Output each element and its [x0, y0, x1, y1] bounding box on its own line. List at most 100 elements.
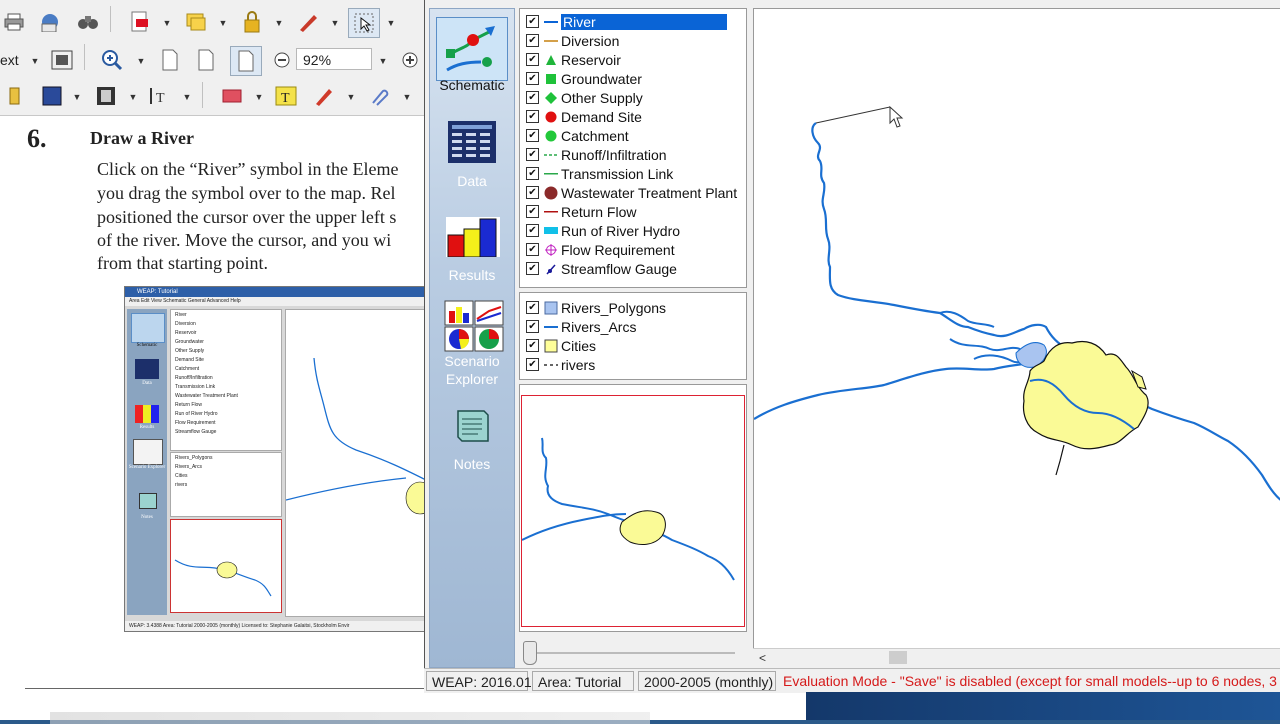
- legend-item-reservoir[interactable]: ✔ Reservoir: [520, 50, 746, 69]
- chevron-down-icon[interactable]: ▼: [254, 92, 264, 102]
- legend-item-streamflow-gauge[interactable]: ✔ Streamflow Gauge: [520, 259, 746, 278]
- legend-item-return-flow[interactable]: ✔ Return Flow: [520, 202, 746, 221]
- checkbox[interactable]: ✔: [526, 129, 539, 142]
- binoculars-icon[interactable]: [76, 10, 100, 34]
- layer-item-rivers-polygons[interactable]: ✔ Rivers_Polygons: [520, 298, 746, 317]
- chevron-down-icon[interactable]: ▼: [330, 18, 340, 28]
- checkbox[interactable]: ✔: [526, 91, 539, 104]
- legend-item-label[interactable]: River: [561, 13, 727, 30]
- chevron-down-icon[interactable]: ▼: [386, 18, 396, 28]
- checkbox[interactable]: ✔: [526, 301, 539, 314]
- checkbox[interactable]: ✔: [526, 72, 539, 85]
- legend-item-label[interactable]: Other Supply: [561, 90, 643, 106]
- zoom-plus-icon[interactable]: [398, 48, 422, 72]
- data-view-button[interactable]: [430, 119, 514, 172]
- checkbox[interactable]: ✔: [526, 148, 539, 161]
- checkbox[interactable]: ✔: [526, 320, 539, 333]
- legend-item-catchment[interactable]: ✔ Catchment: [520, 126, 746, 145]
- checkbox[interactable]: ✔: [526, 262, 539, 275]
- email-icon[interactable]: [38, 10, 62, 34]
- chevron-down-icon[interactable]: ▼: [182, 92, 192, 102]
- zoom-slider-thumb[interactable]: [523, 641, 537, 665]
- river-map-canvas[interactable]: [753, 9, 1280, 649]
- checkbox[interactable]: ✔: [526, 358, 539, 371]
- zoom-out-icon[interactable]: [270, 48, 294, 72]
- checkbox[interactable]: ✔: [526, 15, 539, 28]
- legend-item-label[interactable]: Demand Site: [561, 109, 642, 125]
- zoom-slider-track[interactable]: [525, 652, 735, 654]
- scenario-explorer-view-button[interactable]: [430, 299, 514, 358]
- legend-item-groundwater[interactable]: ✔ Groundwater: [520, 69, 746, 88]
- select-tool-icon[interactable]: [348, 8, 380, 38]
- legend-item-river[interactable]: ✔ River: [520, 12, 746, 31]
- legend-item-label[interactable]: Groundwater: [561, 71, 642, 87]
- film-icon[interactable]: [94, 84, 118, 108]
- zoom-in-icon[interactable]: [100, 48, 124, 72]
- checkbox[interactable]: ✔: [526, 167, 539, 180]
- checkbox[interactable]: ✔: [526, 339, 539, 352]
- checkbox[interactable]: ✔: [526, 110, 539, 123]
- legend-item-label[interactable]: Catchment: [561, 128, 629, 144]
- layer-item-label[interactable]: rivers: [561, 357, 595, 373]
- notes-view-button[interactable]: [430, 407, 514, 452]
- legend-item-runoff-infiltration[interactable]: ✔ Runoff/Infiltration: [520, 145, 746, 164]
- layer-item-rivers-arcs[interactable]: ✔ Rivers_Arcs: [520, 317, 746, 336]
- legend-item-diversion[interactable]: ✔ Diversion: [520, 31, 746, 50]
- zoom-level-input[interactable]: 92%: [296, 48, 372, 70]
- text-tool-label[interactable]: ext: [0, 52, 19, 68]
- legend-item-label[interactable]: Wastewater Treatment Plant: [561, 185, 737, 201]
- data-view-label[interactable]: Data: [430, 173, 514, 189]
- page-icon[interactable]: [158, 48, 182, 72]
- layer-item-rivers[interactable]: ✔ rivers: [520, 355, 746, 374]
- schematic-view-label[interactable]: Schematic: [430, 77, 514, 93]
- legend-item-transmission-link[interactable]: ✔ Transmission Link: [520, 164, 746, 183]
- map-horizontal-scrollbar[interactable]: <: [753, 648, 1280, 667]
- checkbox[interactable]: ✔: [526, 186, 539, 199]
- layer-item-label[interactable]: Rivers_Polygons: [561, 300, 666, 316]
- chevron-down-icon[interactable]: ▼: [72, 92, 82, 102]
- pdf-create-icon[interactable]: [128, 10, 152, 34]
- legend-item-flow-requirement[interactable]: ✔ Flow Requirement: [520, 240, 746, 259]
- chevron-down-icon[interactable]: ▼: [402, 92, 412, 102]
- page-fit-icon[interactable]: [230, 46, 262, 76]
- legend-item-label[interactable]: Flow Requirement: [561, 242, 675, 258]
- rectangle-icon[interactable]: [220, 84, 244, 108]
- legend-item-label[interactable]: Return Flow: [561, 204, 636, 220]
- checkbox[interactable]: ✔: [526, 53, 539, 66]
- legend-item-other-supply[interactable]: ✔ Other Supply: [520, 88, 746, 107]
- chevron-down-icon[interactable]: ▼: [346, 92, 356, 102]
- legend-item-label[interactable]: Run of River Hydro: [561, 223, 680, 239]
- chevron-down-icon[interactable]: ▼: [218, 18, 228, 28]
- page-icon[interactable]: [194, 48, 218, 72]
- chevron-down-icon[interactable]: ▼: [162, 18, 172, 28]
- lock-icon[interactable]: [240, 10, 264, 34]
- chevron-down-icon[interactable]: ▼: [378, 56, 388, 66]
- schematic-view-button[interactable]: [436, 17, 508, 81]
- checkbox[interactable]: ✔: [526, 224, 539, 237]
- scenario-explorer-view-label[interactable]: Scenario Explorer: [430, 352, 514, 388]
- legend-item-label[interactable]: Runoff/Infiltration: [561, 147, 667, 163]
- chevron-down-icon[interactable]: ▼: [30, 56, 40, 66]
- pencil-icon[interactable]: [312, 84, 336, 108]
- checkbox[interactable]: ✔: [526, 243, 539, 256]
- paperclip-icon[interactable]: [366, 84, 390, 108]
- legend-item-label[interactable]: Transmission Link: [561, 166, 673, 182]
- legend-item-label[interactable]: Reservoir: [561, 52, 621, 68]
- schematic-map[interactable]: [753, 8, 1280, 649]
- chevron-left-icon[interactable]: <: [759, 651, 766, 665]
- print-icon[interactable]: [2, 10, 26, 34]
- legend-item-run-of-river-hydro[interactable]: ✔ Run of River Hydro: [520, 221, 746, 240]
- results-view-button[interactable]: [430, 215, 514, 262]
- snapshot-icon[interactable]: [50, 48, 74, 72]
- legend-item-demand-site[interactable]: ✔ Demand Site: [520, 107, 746, 126]
- scrollbar-thumb[interactable]: [889, 651, 907, 664]
- overview-map[interactable]: [519, 384, 747, 632]
- text-highlight-icon[interactable]: T: [274, 84, 298, 108]
- legend-item-label[interactable]: Diversion: [561, 33, 619, 49]
- results-view-label[interactable]: Results: [430, 267, 514, 283]
- layer-item-cities[interactable]: ✔ Cities: [520, 336, 746, 355]
- chevron-down-icon[interactable]: ▼: [274, 18, 284, 28]
- legend-item-label[interactable]: Streamflow Gauge: [561, 261, 677, 277]
- layer-item-label[interactable]: Cities: [561, 338, 596, 354]
- comment-icon[interactable]: [184, 10, 208, 34]
